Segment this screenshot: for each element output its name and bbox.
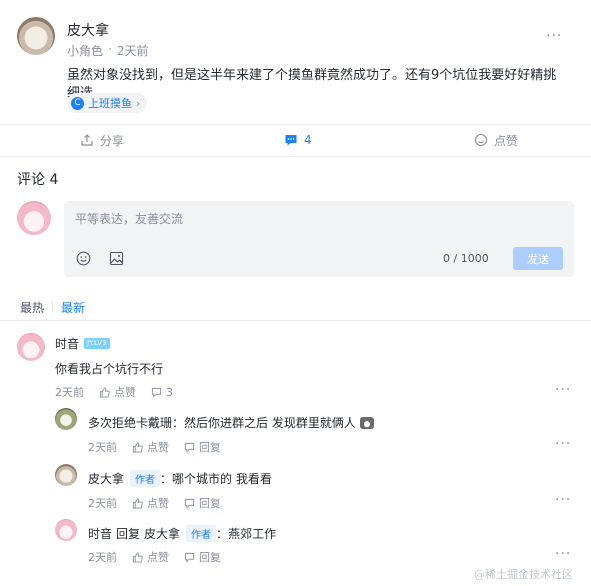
reply-time: 2天前 bbox=[88, 551, 117, 564]
reply-colon: ： bbox=[216, 527, 229, 541]
comment-avatar[interactable] bbox=[17, 333, 45, 361]
reply-reply-button[interactable]: 回复 bbox=[184, 439, 221, 455]
reply-text: 然后你进群之后 发现群里就俩人 bbox=[184, 416, 356, 430]
author-tag: 作者 bbox=[130, 470, 161, 487]
share-icon bbox=[81, 134, 93, 146]
comment-reply-button[interactable]: 3 bbox=[151, 386, 173, 399]
thumb-up-icon bbox=[132, 497, 143, 509]
sort-tabs: 最热 最新 bbox=[20, 299, 85, 316]
author-title: 小角色 bbox=[67, 44, 104, 58]
comment-time: 2天前 bbox=[55, 386, 84, 399]
comment-icon bbox=[285, 135, 297, 146]
comment-more-button[interactable]: ··· bbox=[555, 382, 571, 398]
comment-like-button[interactable]: 点赞 bbox=[99, 384, 136, 400]
emoji-icon[interactable] bbox=[76, 251, 91, 266]
comment-like-label: 点赞 bbox=[114, 386, 136, 399]
reply-reply-button[interactable]: 回复 bbox=[184, 495, 221, 511]
share-button[interactable]: 分享 bbox=[80, 132, 124, 148]
reply-line: 皮大拿 作者 ： 哪个城市的 我看看 bbox=[88, 470, 272, 487]
reply-like-button[interactable]: 点赞 bbox=[132, 439, 169, 455]
reply-like-button[interactable]: 点赞 bbox=[132, 549, 169, 565]
reply-like-button[interactable]: 点赞 bbox=[132, 495, 169, 511]
comment-input-box[interactable]: 平等表达，友善交流 0 / 1000 发送 bbox=[64, 201, 574, 277]
reply-reply-label: 回复 bbox=[199, 551, 221, 564]
comment-icon bbox=[184, 498, 195, 509]
topic-chip[interactable]: C 上班摸鱼 › bbox=[67, 93, 148, 113]
reply-like-label: 点赞 bbox=[147, 497, 169, 510]
post-more-button[interactable]: ··· bbox=[546, 28, 562, 44]
reply-text: 哪个城市的 我看看 bbox=[172, 472, 272, 486]
like-label: 点赞 bbox=[494, 133, 519, 148]
current-user-avatar[interactable] bbox=[17, 201, 51, 235]
reply-reply-label: 回复 bbox=[199, 441, 221, 454]
reply-line: 多次拒绝卡戴珊 ： 然后你进群之后 发现群里就俩人 bbox=[88, 414, 374, 431]
post-author-name[interactable]: 皮大拿 bbox=[67, 20, 109, 40]
post-time: 2天前 bbox=[116, 44, 149, 58]
comment-reply-count: 3 bbox=[166, 385, 173, 399]
reply-more-button[interactable]: ··· bbox=[555, 436, 571, 452]
watermark: @稀土掘金技术社区 bbox=[474, 568, 573, 581]
thumb-up-icon bbox=[132, 441, 143, 453]
reply-time: 2天前 bbox=[88, 441, 117, 454]
post-meta: 小角色 · 2天前 bbox=[67, 42, 148, 59]
comment-button[interactable]: 4 bbox=[284, 132, 312, 148]
reply-avatar[interactable] bbox=[55, 408, 77, 430]
comment-author-row: 时音 JY.LV3 bbox=[55, 335, 110, 352]
cat-sticker-icon bbox=[359, 416, 374, 429]
reply-like-label: 点赞 bbox=[147, 441, 169, 454]
reply-more-button[interactable]: ··· bbox=[555, 492, 571, 508]
thumb-up-icon bbox=[132, 551, 143, 563]
level-badge: JY.LV3 bbox=[84, 338, 110, 349]
comment-author-name[interactable]: 时音 bbox=[55, 335, 79, 352]
author-tag: 作者 bbox=[186, 525, 217, 542]
reply-actions: 2天前 点赞 回复 bbox=[88, 549, 221, 565]
reply-avatar[interactable] bbox=[55, 464, 77, 486]
divider bbox=[0, 124, 591, 125]
reply-target-name[interactable]: 皮大拿 bbox=[144, 525, 180, 542]
reply-author-name[interactable]: 多次拒绝卡戴珊 bbox=[88, 414, 172, 431]
comment-count: 4 bbox=[304, 133, 312, 147]
meta-dot: · bbox=[108, 42, 112, 56]
reply-word: 回复 bbox=[116, 527, 141, 541]
reply-like-label: 点赞 bbox=[147, 551, 169, 564]
comment-icon bbox=[151, 387, 162, 398]
post-author-avatar[interactable] bbox=[17, 17, 55, 55]
topic-label: 上班摸鱼 bbox=[88, 97, 132, 110]
chevron-right-icon: › bbox=[136, 96, 141, 110]
reply-colon: ： bbox=[160, 472, 173, 486]
thumb-up-icon bbox=[99, 386, 110, 398]
image-icon[interactable] bbox=[109, 251, 124, 266]
sort-hot-tab[interactable]: 最热 bbox=[20, 299, 44, 316]
reply-actions: 2天前 点赞 回复 bbox=[88, 495, 221, 511]
share-label: 分享 bbox=[100, 133, 125, 148]
reply-colon: ： bbox=[172, 416, 185, 430]
comments-title: 评论 4 bbox=[17, 172, 59, 188]
reply-author-name[interactable]: 皮大拿 bbox=[88, 470, 124, 487]
reply-time: 2天前 bbox=[88, 497, 117, 510]
sort-new-tab[interactable]: 最新 bbox=[61, 299, 85, 316]
comment-actions: 2天前 点赞 3 bbox=[55, 384, 173, 400]
divider bbox=[0, 156, 591, 157]
reply-line: 时音 回复 皮大拿 作者 ： 燕郊工作 bbox=[88, 525, 276, 542]
reply-actions: 2天前 点赞 回复 bbox=[88, 439, 221, 455]
reply-reply-button[interactable]: 回复 bbox=[184, 549, 221, 565]
reply-avatar[interactable] bbox=[55, 519, 77, 541]
topic-icon: C bbox=[71, 96, 84, 110]
reply-author-name[interactable]: 时音 bbox=[88, 525, 112, 542]
comment-icon bbox=[184, 442, 195, 453]
reply-more-button[interactable]: ··· bbox=[555, 546, 571, 562]
divider bbox=[0, 320, 591, 321]
comment-icon bbox=[184, 552, 195, 563]
reply-text: 燕郊工作 bbox=[228, 527, 277, 541]
like-button[interactable]: 点赞 bbox=[474, 132, 518, 148]
char-counter: 0 / 1000 bbox=[443, 252, 489, 265]
reply-reply-label: 回复 bbox=[199, 497, 221, 510]
comment-input-placeholder[interactable]: 平等表达，友善交流 bbox=[75, 210, 183, 227]
thumb-up-icon bbox=[474, 133, 488, 147]
comment-text: 你看我占个坑行不行 bbox=[55, 362, 164, 376]
send-button[interactable]: 发送 bbox=[513, 247, 563, 270]
sort-divider bbox=[52, 301, 54, 313]
